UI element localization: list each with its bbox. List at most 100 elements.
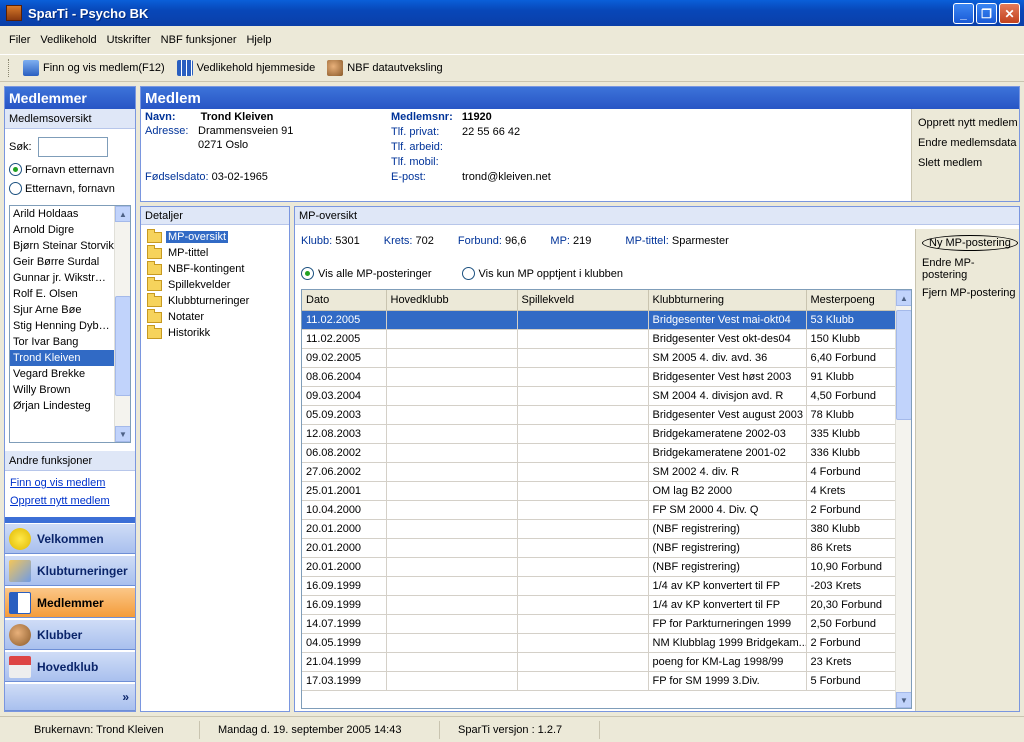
menu-utskrifter[interactable]: Utskrifter	[102, 34, 156, 46]
table-row[interactable]: 06.08.2002 Bridgekameratene 2001-02 336 Kl…	[302, 443, 896, 463]
column-header-hovedklubb[interactable]: Hovedklubb	[386, 290, 518, 311]
list-item[interactable]: Stig Henning Dyb…	[10, 318, 114, 334]
show-club-option[interactable]: Vis kun MP opptjent i klubben	[461, 267, 623, 280]
sort-firstname-option[interactable]: Fornavn etternavn	[9, 163, 135, 176]
other-functions: Andre funksjoner Finn og vis medlem Oppr…	[5, 451, 135, 507]
tree-item-historikk[interactable]: Historikk	[147, 324, 289, 341]
list-item[interactable]: Tor Ivar Bang	[10, 334, 114, 350]
table-row[interactable]: 05.09.2003 Bridgesenter Vest august 2003 7…	[302, 405, 896, 425]
edit-member-button[interactable]: Endre medlemsdata	[918, 137, 1019, 149]
nav-klubturneringer[interactable]: Klubturneringer	[5, 555, 135, 586]
close-button[interactable]: ✕	[999, 3, 1020, 24]
table-row[interactable]: 21.04.1999 poeng for KM-Lag 1998/99 23 Kr…	[302, 652, 896, 672]
menu-filer[interactable]: Filer	[4, 34, 35, 46]
scroll-thumb[interactable]	[896, 310, 911, 420]
list-item[interactable]: Sjur Arne Bøe	[10, 302, 114, 318]
table-row[interactable]: 17.03.1999 FP for SM 1999 3.Div. 5 Forbun…	[302, 671, 896, 691]
nav-klubber[interactable]: Klubber	[5, 619, 135, 650]
minimize-button[interactable]: _	[953, 3, 974, 24]
tree-item-nbf-kontingent[interactable]: NBF-kontingent	[147, 260, 289, 277]
people-icon	[9, 623, 31, 646]
table-cell: 6,40 Forbund	[806, 348, 896, 368]
table-row[interactable]: 27.06.2002 SM 2002 4. div. R4 Forbund	[302, 462, 896, 482]
app-icon	[6, 5, 22, 21]
table-cell: Bridgesenter Vest mai-okt04	[648, 310, 807, 330]
search-input[interactable]	[37, 137, 108, 157]
table-row[interactable]: 14.07.1999 FP for Parkturneringen 1999 2,5…	[302, 614, 896, 634]
scroll-up-icon[interactable]: ▲	[115, 206, 130, 222]
table-row[interactable]: 10.04.2000 FP SM 2000 4. Div. Q2 Forbund	[302, 500, 896, 520]
new-mp-posting-button[interactable]: Ny MP-postering	[922, 235, 1019, 251]
find-member-link[interactable]: Finn og vis medlem	[10, 477, 135, 489]
list-item[interactable]: Bjørn Steinar Storvik	[10, 238, 114, 254]
column-header-spillekveld[interactable]: Spillekveld	[517, 290, 649, 311]
status-version: SparTi versjon : 1.2.7	[440, 720, 600, 739]
table-row[interactable]: 25.01.2001 OM lag B2 2000 4 Krets	[302, 481, 896, 501]
table-row[interactable]: 08.06.2004 Bridgesenter Vest høst 2003 91 …	[302, 367, 896, 387]
scroll-down-icon[interactable]: ▼	[115, 426, 130, 442]
table-row[interactable]: 16.09.1999 1/4 av KP konvertert til FP 20,…	[302, 595, 896, 615]
maximize-button[interactable]: ❐	[976, 3, 997, 24]
table-row[interactable]: 11.02.2005 Bridgesenter Vest okt-des04 150…	[302, 329, 896, 349]
column-header-dato[interactable]: Dato	[302, 290, 387, 311]
table-cell	[517, 633, 649, 653]
nav-velkommen[interactable]: Velkommen	[5, 523, 135, 554]
member-list-scrollbar[interactable]: ▲ ▼	[114, 206, 130, 442]
member-number-field: Medlemsnr: 11920	[391, 111, 492, 123]
list-item[interactable]: Rolf E. Olsen	[10, 286, 114, 302]
list-item[interactable]: Trond Kleiven	[10, 350, 114, 366]
find-member-icon	[23, 60, 39, 76]
scroll-down-icon[interactable]: ▼	[896, 692, 911, 708]
edit-mp-posting-button[interactable]: Endre MP-postering	[922, 257, 1019, 281]
list-item[interactable]: Ørjan Lindesteg	[10, 398, 114, 414]
list-item[interactable]: Gunnar jr. Wikstr…	[10, 270, 114, 286]
nav-medlemmer[interactable]: Medlemmer	[5, 587, 135, 618]
list-item[interactable]: Willy Brown	[10, 382, 114, 398]
tree-item-notater[interactable]: Notater	[147, 308, 289, 325]
mp-table-scrollbar[interactable]: ▲ ▼	[895, 290, 911, 708]
new-member-link[interactable]: Opprett nytt medlem	[10, 495, 135, 507]
tree-item-mp-tittel[interactable]: MP-tittel	[147, 244, 289, 261]
table-row[interactable]: 20.01.2000 (NBF registrering) 86 Krets	[302, 538, 896, 558]
table-row[interactable]: 11.02.2005 Bridgesenter Vest mai-okt04 53 …	[302, 310, 896, 330]
remove-mp-posting-button[interactable]: Fjern MP-postering	[922, 287, 1019, 299]
table-row[interactable]: 12.08.2003 Bridgekameratene 2002-03 335 Kl…	[302, 424, 896, 444]
delete-member-button[interactable]: Slett medlem	[918, 157, 1019, 169]
table-cell	[386, 652, 518, 672]
table-row[interactable]: 09.02.2005 SM 2005 4. div. avd. 36 6,40 Fo…	[302, 348, 896, 368]
mp-value: 219	[573, 235, 592, 247]
list-item[interactable]: Arnold Digre	[10, 222, 114, 238]
address-field: Adresse:	[145, 125, 188, 137]
tree-item-mp-oversikt[interactable]: MP-oversikt	[147, 228, 289, 245]
list-item[interactable]: Geir Børre Surdal	[10, 254, 114, 270]
new-member-button[interactable]: Opprett nytt medlem	[918, 117, 1019, 129]
table-row[interactable]: 16.09.1999 1/4 av KP konvertert til FP -20…	[302, 576, 896, 596]
sort-lastname-option[interactable]: Etternavn, fornavn	[9, 182, 135, 195]
name-field: Navn: Trond Kleiven	[145, 111, 273, 123]
column-header-klubbturnering[interactable]: Klubbturnering	[648, 290, 807, 311]
table-cell	[517, 595, 649, 615]
data-exchange-label: NBF datautveksling	[347, 62, 443, 74]
table-row[interactable]: 20.01.2000 (NBF registrering) 10,90 Forbun…	[302, 557, 896, 577]
table-row[interactable]: 20.01.2000 (NBF registrering) 380 Klubb	[302, 519, 896, 539]
list-item[interactable]: Arild Holdaas	[10, 206, 114, 222]
table-row[interactable]: 04.05.1999 NM Klubblag 1999 Bridgekam... 2…	[302, 633, 896, 653]
menu-nbf-funksjoner[interactable]: NBF funksjoner	[156, 34, 242, 46]
table-row[interactable]: 09.03.2004 SM 2004 4. divisjon avd. R 4,50…	[302, 386, 896, 406]
nav-more-button[interactable]: »	[5, 683, 135, 711]
table-cell: 21.04.1999	[302, 652, 387, 672]
data-exchange-button[interactable]: NBF datautveksling	[321, 60, 448, 76]
find-member-button[interactable]: Finn og vis medlem(F12)	[17, 60, 171, 76]
list-item[interactable]: Vegard Brekke	[10, 366, 114, 382]
show-all-option[interactable]: Vis alle MP-posteringer	[301, 267, 432, 280]
scroll-thumb[interactable]	[115, 296, 130, 396]
tree-item-spillekvelder[interactable]: Spillekvelder	[147, 276, 289, 293]
scroll-up-icon[interactable]: ▲	[896, 290, 911, 306]
table-cell: 16.09.1999	[302, 576, 387, 596]
menu-hjelp[interactable]: Hjelp	[241, 34, 276, 46]
menu-vedlikehold[interactable]: Vedlikehold	[35, 34, 101, 46]
maintain-home-button[interactable]: Vedlikehold hjemmeside	[171, 60, 322, 76]
column-header-mesterpoeng[interactable]: Mesterpoeng	[806, 290, 896, 311]
nav-hovedklub[interactable]: Hovedklub	[5, 651, 135, 682]
tree-item-klubbturneringer[interactable]: Klubbturneringer	[147, 292, 289, 309]
